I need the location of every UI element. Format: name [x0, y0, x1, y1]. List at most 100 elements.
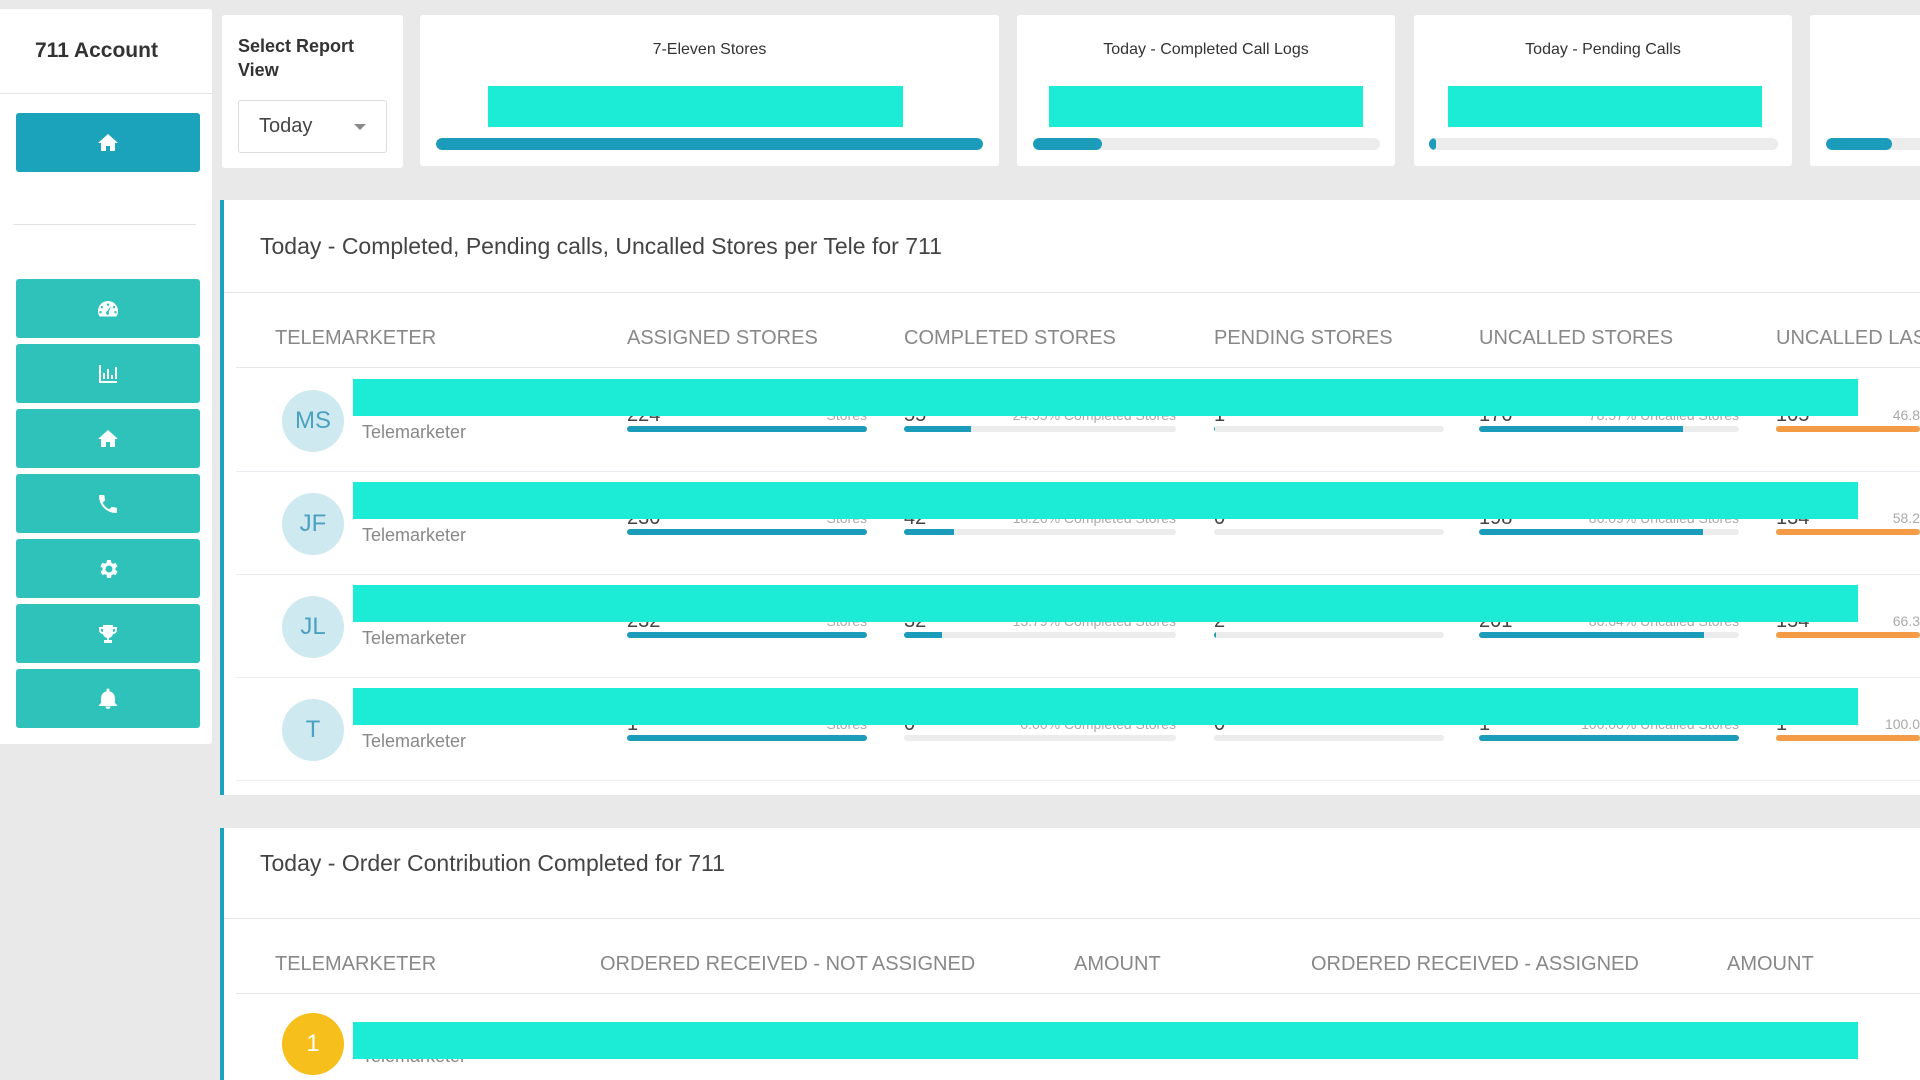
uncalled-last-bar-fill: [1776, 426, 1920, 432]
bell-icon: [99, 688, 117, 709]
pending-bar: [1214, 529, 1444, 535]
completed-bar: [904, 426, 1176, 432]
uncalled-bar-fill: [1479, 735, 1739, 741]
col-header-telemarketer[interactable]: Telemarketer: [275, 327, 436, 350]
uncalled-last-pct: 66.3: [1892, 614, 1920, 629]
row-role: Telemarketer: [362, 422, 467, 442]
stat-card-pending-calls: Today - Pending Calls 3: [1414, 15, 1792, 166]
uncalled-last-pct: 46.8: [1892, 408, 1920, 423]
col-header-amount[interactable]: Amount: [1727, 953, 1814, 976]
stat-card-stores: 7-Eleven Stores 2277: [420, 15, 999, 166]
brand-title: 711 Account: [0, 9, 212, 94]
stat-card-completed-calls: Today - Completed Call Logs 126: [1017, 15, 1395, 166]
uncalled-last-pct: 100.0: [1884, 717, 1920, 732]
pending-bar: [1214, 735, 1444, 741]
stat-label: 7-Eleven Stores: [652, 41, 767, 58]
stat-progress-fill: [1826, 138, 1892, 150]
completed-bar: [904, 529, 1176, 535]
table-row[interactable]: 1 Telemarketer: [236, 994, 1920, 1080]
divider: [224, 918, 1920, 919]
row-role: Telemarketer: [362, 731, 467, 751]
completed-bar: [904, 735, 1176, 741]
col-header-amount[interactable]: Amount: [1074, 953, 1161, 976]
stat-label: Today - Completed Call Logs: [1103, 41, 1309, 58]
home-icon: [98, 429, 118, 447]
notifications-button[interactable]: [16, 669, 200, 728]
sidebar-divider: [13, 224, 196, 225]
table-row[interactable]: JFTelemarketer230Stores4218.26% Complete…: [236, 471, 1920, 575]
uncalled-bar-fill: [1479, 426, 1684, 432]
dashboard-button[interactable]: [16, 279, 200, 338]
row-role: Telemarketer: [362, 525, 467, 545]
uncalled-last-bar: [1776, 529, 1920, 535]
assigned-bar: [627, 632, 867, 638]
uncalled-bar: [1479, 632, 1739, 638]
chevron-down-icon: [354, 124, 366, 130]
col-header-assigned[interactable]: Ordered Received - Assigned: [1311, 953, 1639, 976]
assigned-bar-fill: [627, 426, 867, 432]
col-header-not-assigned[interactable]: Ordered Received - Not Assigned: [600, 953, 975, 976]
completed-bar-fill: [904, 529, 954, 535]
col-header-pending[interactable]: Pending Stores: [1214, 327, 1393, 350]
uncalled-last-pct: 58.2: [1892, 511, 1920, 526]
redaction-block: [353, 585, 1858, 622]
stores-button[interactable]: [16, 409, 200, 468]
avatar: JF: [282, 493, 344, 555]
col-header-telemarketer[interactable]: Telemarketer: [275, 953, 436, 976]
rank-badge: 1: [282, 1013, 344, 1075]
assigned-bar: [627, 735, 867, 741]
panel-title: Today - Completed, Pending calls, Uncall…: [260, 233, 942, 259]
assigned-bar-fill: [627, 632, 867, 638]
uncalled-bar: [1479, 529, 1739, 535]
calls-button[interactable]: [16, 474, 200, 533]
trophy-icon: [99, 624, 117, 643]
report-view-value: Today: [259, 115, 313, 137]
col-header-uncalled[interactable]: Uncalled Stores: [1479, 327, 1673, 350]
leaderboard-button[interactable]: [16, 604, 200, 663]
avatar: T: [282, 699, 344, 761]
redaction-block: [353, 688, 1858, 725]
pending-bar-fill: [1214, 426, 1216, 432]
table-row[interactable]: MSTelemarketer224Stores5524.55% Complete…: [236, 368, 1920, 472]
completed-bar-fill: [904, 632, 942, 638]
redaction-block: [1049, 86, 1363, 127]
col-header-assigned[interactable]: Assigned Stores: [627, 327, 818, 350]
avatar: JL: [282, 596, 344, 658]
stat-progress: [436, 138, 983, 150]
col-header-completed[interactable]: Completed Stores: [904, 327, 1116, 350]
table-row[interactable]: JLTelemarketer232Stores3213.79% Complete…: [236, 574, 1920, 678]
stat-progress-fill: [1033, 138, 1103, 150]
uncalled-last-bar-fill: [1776, 735, 1920, 741]
assigned-bar: [627, 529, 867, 535]
stat-progress-fill: [436, 138, 983, 150]
uncalled-last-bar: [1776, 632, 1920, 638]
completed-bar-fill: [904, 426, 971, 432]
redaction-block: [1448, 86, 1762, 127]
redaction-block: [353, 379, 1858, 416]
redaction-block: [488, 86, 903, 127]
stat-card-extra: [1810, 15, 1920, 166]
home-button[interactable]: [16, 113, 200, 172]
pending-bar: [1214, 426, 1444, 432]
stat-progress: [1826, 138, 1920, 150]
assigned-bar-fill: [627, 529, 867, 535]
panel-title: Today - Order Contribution Completed for…: [260, 850, 725, 876]
assigned-bar-fill: [627, 735, 867, 741]
uncalled-bar-fill: [1479, 529, 1703, 535]
divider: [224, 292, 1920, 293]
col-header-uncalled-last[interactable]: Uncalled Las: [1776, 327, 1920, 350]
completed-bar: [904, 632, 1176, 638]
reports-button[interactable]: [16, 344, 200, 403]
bar-chart-icon: [99, 364, 117, 383]
row-role: Telemarketer: [362, 628, 467, 648]
dashboard-icon: [98, 300, 119, 316]
redaction-block: [353, 1022, 1858, 1059]
stat-label: Today - Pending Calls: [1525, 41, 1681, 58]
report-view-select[interactable]: Today: [238, 100, 387, 153]
settings-button[interactable]: [16, 539, 200, 598]
uncalled-last-bar-fill: [1776, 632, 1920, 638]
avatar: MS: [282, 390, 344, 452]
table-row[interactable]: TTelemarketer1Stores00.00% Completed Sto…: [236, 677, 1920, 781]
assigned-bar: [627, 426, 867, 432]
pending-bar: [1214, 632, 1444, 638]
